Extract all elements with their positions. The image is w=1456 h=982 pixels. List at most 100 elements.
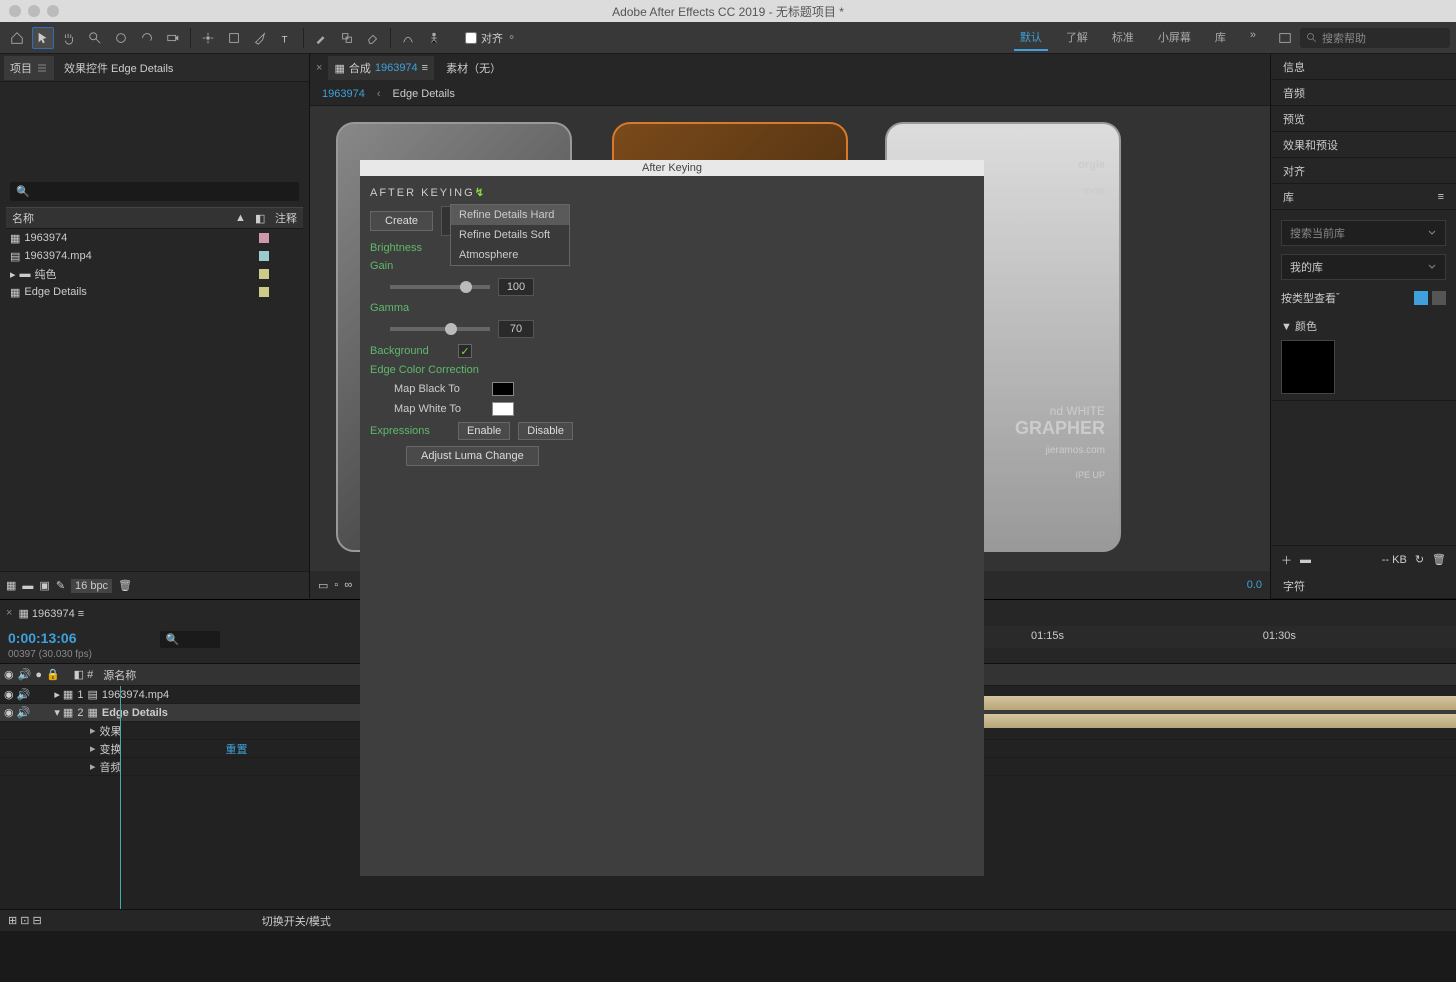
zoom-tool-icon[interactable]: [84, 27, 106, 49]
project-search[interactable]: 🔍: [10, 182, 299, 201]
puppet-tool-icon[interactable]: [423, 27, 445, 49]
panel-menu-icon[interactable]: [36, 62, 48, 74]
lib-viewby[interactable]: 按类型查看: [1281, 290, 1336, 306]
chevron-right-icon[interactable]: ▸: [10, 268, 16, 281]
pen-tool-icon[interactable]: [249, 27, 271, 49]
project-item[interactable]: ▦Edge Details: [6, 283, 303, 301]
lib-search[interactable]: 搜索当前库: [1281, 220, 1446, 246]
rectangle-tool-icon[interactable]: [223, 27, 245, 49]
lock-column-icon[interactable]: 🔒: [46, 668, 60, 681]
resolution-icon[interactable]: ▫: [334, 579, 338, 591]
map-white-swatch[interactable]: [492, 402, 514, 416]
color-swatch[interactable]: [1281, 340, 1335, 394]
snap-checkbox[interactable]: [465, 32, 477, 44]
close-window-icon[interactable]: [9, 5, 21, 17]
reset-link[interactable]: 重置: [226, 741, 248, 757]
panel-options-icon[interactable]: [1274, 27, 1296, 49]
new-comp-icon[interactable]: ▣: [39, 579, 49, 592]
current-time[interactable]: 0:00:13:06: [8, 630, 77, 646]
adjust-icon[interactable]: ✎: [56, 579, 65, 592]
workspace-learn[interactable]: 了解: [1060, 25, 1094, 51]
panel-info[interactable]: 信息: [1271, 54, 1456, 80]
orbit-tool-icon[interactable]: [110, 27, 132, 49]
viewer-time[interactable]: 0.0: [1247, 579, 1262, 591]
tab-composition[interactable]: ▦ 合成 1963974 ≡: [328, 56, 434, 80]
tab-project[interactable]: 项目: [4, 56, 54, 80]
selection-tool-icon[interactable]: [32, 27, 54, 49]
type-tool-icon[interactable]: T: [275, 27, 297, 49]
help-search[interactable]: 搜索帮助: [1300, 28, 1450, 48]
project-item[interactable]: ▤1963974.mp4: [6, 247, 303, 265]
chevron-down-icon[interactable]: ˇ: [1336, 292, 1340, 304]
column-tags-icon[interactable]: ▲: [235, 212, 255, 224]
panel-audio[interactable]: 音频: [1271, 80, 1456, 106]
map-black-swatch[interactable]: [492, 382, 514, 396]
project-item[interactable]: ▸▬纯色: [6, 265, 303, 283]
adjust-luma-button[interactable]: Adjust Luma Change: [406, 446, 539, 466]
toggle-icon[interactable]: ⊞ ⊡ ⊟: [8, 914, 42, 927]
panel-effects[interactable]: 效果和预设: [1271, 132, 1456, 158]
solo-column-icon[interactable]: ●: [35, 669, 42, 681]
gain-value[interactable]: 100: [498, 278, 534, 296]
panel-libraries[interactable]: 库≡: [1271, 184, 1456, 210]
workspace-standard[interactable]: 标准: [1106, 25, 1140, 51]
timeline-search[interactable]: 🔍: [160, 631, 220, 648]
background-checkbox[interactable]: ✓: [458, 344, 472, 358]
workspace-overflow-icon[interactable]: »: [1244, 25, 1262, 51]
grid-view-icon[interactable]: [1414, 291, 1428, 305]
interpret-icon[interactable]: ▦: [6, 579, 16, 592]
tab-footage[interactable]: 素材（无）: [440, 56, 507, 80]
minimize-window-icon[interactable]: [28, 5, 40, 17]
gamma-value[interactable]: 70: [498, 320, 534, 338]
brush-tool-icon[interactable]: [310, 27, 332, 49]
add-asset-icon[interactable]: ＋: [1281, 552, 1292, 568]
workspace-default[interactable]: 默认: [1014, 25, 1048, 51]
plugin-titlebar[interactable]: After Keying: [360, 160, 984, 176]
eye-column-icon[interactable]: ◉: [4, 668, 14, 681]
panel-align[interactable]: 对齐: [1271, 158, 1456, 184]
breadcrumb-root[interactable]: 1963974: [322, 88, 365, 100]
project-item[interactable]: ▦1963974: [6, 229, 303, 247]
new-folder-icon[interactable]: ▬: [22, 580, 33, 592]
toggle-switches[interactable]: 切换开关/模式: [262, 913, 331, 929]
panel-menu-icon[interactable]: ≡: [422, 62, 428, 74]
clone-tool-icon[interactable]: [336, 27, 358, 49]
column-name[interactable]: 名称: [12, 210, 235, 226]
camera-tool-icon[interactable]: [162, 27, 184, 49]
3d-view-icon[interactable]: ∞: [344, 579, 352, 591]
eraser-tool-icon[interactable]: [362, 27, 384, 49]
list-view-icon[interactable]: [1432, 291, 1446, 305]
audio-column-icon[interactable]: 🔊: [18, 668, 32, 681]
lib-color-header[interactable]: ▼ 颜色: [1281, 318, 1446, 334]
close-tab-icon[interactable]: ×: [316, 62, 322, 74]
panel-preview[interactable]: 预览: [1271, 106, 1456, 132]
tab-effects-controls[interactable]: 效果控件 Edge Details: [58, 56, 179, 80]
rotate-tool-icon[interactable]: [136, 27, 158, 49]
hand-tool-icon[interactable]: [58, 27, 80, 49]
lib-current[interactable]: 我的库: [1281, 254, 1446, 280]
roto-tool-icon[interactable]: [397, 27, 419, 49]
workspace-lib[interactable]: 库: [1209, 25, 1232, 51]
workspace-small[interactable]: 小屏幕: [1152, 25, 1197, 51]
preset-option[interactable]: Refine Details Hard: [451, 205, 569, 225]
zoom-window-icon[interactable]: [47, 5, 59, 17]
preset-option[interactable]: Refine Details Soft: [451, 225, 569, 245]
preset-option[interactable]: Atmosphere: [451, 245, 569, 265]
anchor-tool-icon[interactable]: [197, 27, 219, 49]
gain-slider[interactable]: [390, 285, 490, 289]
column-comment[interactable]: 注释: [275, 210, 297, 226]
create-button[interactable]: Create: [370, 211, 433, 231]
panel-character[interactable]: 字符: [1271, 573, 1456, 599]
column-label-icon[interactable]: ◧: [255, 212, 275, 225]
trash-icon[interactable]: 🗑: [118, 579, 132, 592]
timeline-tab[interactable]: ▦ 1963974 ≡: [18, 607, 84, 620]
folder-icon[interactable]: ▬: [1300, 554, 1311, 566]
close-tab-icon[interactable]: ×: [6, 607, 12, 619]
playhead[interactable]: [120, 686, 121, 909]
sync-icon[interactable]: ↻: [1415, 553, 1424, 566]
home-icon[interactable]: [6, 27, 28, 49]
gamma-slider[interactable]: [390, 327, 490, 331]
snap-options-icon[interactable]: ⚬: [507, 31, 516, 44]
bpc-button[interactable]: 16 bpc: [71, 579, 112, 593]
panel-menu-icon[interactable]: ≡: [1438, 191, 1444, 203]
